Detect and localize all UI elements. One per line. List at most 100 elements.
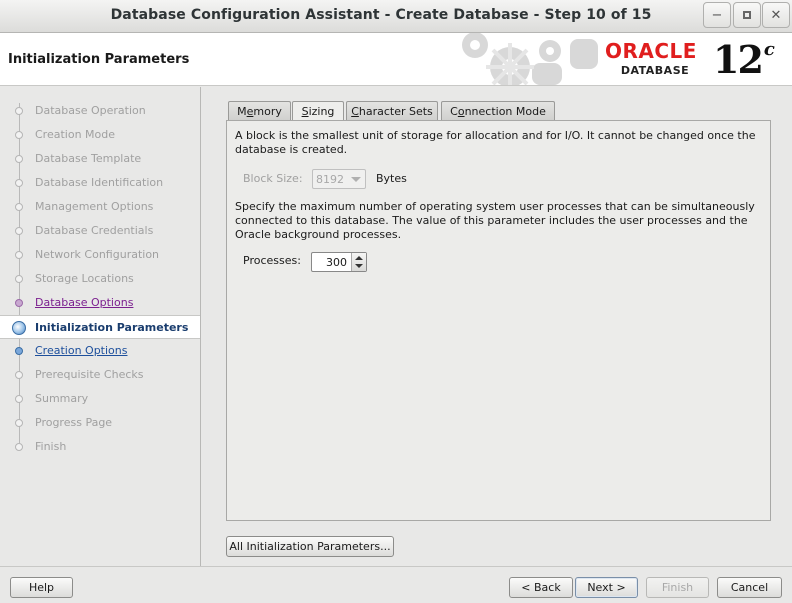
step-label: Prerequisite Checks — [35, 368, 144, 381]
sizing-panel: A block is the smallest unit of storage … — [226, 120, 771, 521]
step-label: Initialization Parameters — [35, 321, 189, 334]
block-size-description-line1: A block is the smallest unit of storage … — [235, 129, 756, 142]
step-indicator-icon — [12, 321, 26, 335]
processes-spinner[interactable]: 300 — [311, 252, 367, 272]
block-size-description-line2: database is created. — [235, 143, 348, 156]
step-indicator-icon — [15, 203, 23, 211]
chevron-down-icon — [351, 177, 361, 182]
processes-description-line3: Oracle background processes. — [235, 228, 402, 241]
processes-description-line1: Specify the maximum number of operating … — [235, 200, 755, 213]
tab-memory[interactable]: Memory — [228, 101, 291, 121]
logo-version: 12 c — [713, 37, 775, 82]
step-indicator-icon — [15, 443, 23, 451]
step-indicator-icon — [15, 371, 23, 379]
step-label: Storage Locations — [35, 272, 134, 285]
next-button[interactable]: Next > — [575, 577, 638, 598]
step-progress-page: Progress Page — [0, 411, 200, 435]
back-button[interactable]: < Back — [509, 577, 573, 598]
step-label: Database Template — [35, 152, 142, 165]
next-label: Next > — [587, 581, 626, 594]
processes-description-line2: connected to this database. The value of… — [235, 214, 748, 227]
help-label: Help — [28, 581, 55, 594]
step-database-credentials: Database Credentials — [0, 219, 200, 243]
maximize-button[interactable] — [733, 2, 761, 28]
step-creation-mode: Creation Mode — [0, 123, 200, 147]
close-button[interactable]: ✕ — [762, 2, 790, 28]
step-label: Database Options — [35, 296, 134, 309]
step-label: Management Options — [35, 200, 154, 213]
step-indicator-icon — [15, 275, 23, 283]
block-size-combo: 8192 — [312, 169, 366, 189]
tab-character-sets[interactable]: Character Sets — [346, 101, 438, 121]
all-init-params-label: All Initialization Parameters... — [229, 540, 391, 553]
steps-panel: Database Operation Creation Mode Database … — [0, 87, 201, 566]
step-label: Finish — [35, 440, 67, 453]
step-indicator-icon — [15, 347, 23, 355]
tab-label: Memory — [237, 105, 282, 118]
bottom-button-bar: Help < Back Next > Finish Cancel — [0, 566, 792, 603]
step-label: Summary — [35, 392, 89, 405]
block-size-unit: Bytes — [376, 172, 407, 185]
block-size-value: 8192 — [316, 173, 344, 186]
header-banner: Initialization Parameters ORACLE DATABAS… — [0, 33, 792, 86]
maximize-icon — [743, 11, 751, 19]
tab-sizing[interactable]: Sizing — [292, 101, 344, 122]
step-label: Creation Mode — [35, 128, 116, 141]
cancel-label: Cancel — [730, 581, 769, 594]
logo-version-suffix: c — [763, 39, 775, 60]
step-indicator-icon — [15, 179, 23, 187]
tab-label: Connection Mode — [450, 105, 546, 118]
help-button[interactable]: Help — [10, 577, 73, 598]
tab-label: Character Sets — [351, 105, 433, 118]
block-size-label: Block Size: — [243, 172, 303, 185]
all-init-params-button[interactable]: All Initialization Parameters... — [226, 536, 394, 557]
step-indicator-icon — [15, 419, 23, 427]
minimize-button[interactable]: − — [703, 2, 731, 28]
window-title: Database Configuration Assistant - Creat… — [110, 7, 652, 23]
step-indicator-icon — [15, 107, 23, 115]
back-label: < Back — [521, 581, 561, 594]
oracle-logo: ORACLE DATABASE — [605, 39, 707, 81]
spinner-down-icon[interactable] — [355, 264, 363, 268]
logo-database-text: DATABASE — [620, 64, 690, 77]
tab-label: Sizing — [301, 105, 335, 118]
step-summary: Summary — [0, 387, 200, 411]
step-indicator-icon — [15, 227, 23, 235]
processes-value[interactable]: 300 — [312, 256, 350, 269]
step-indicator-icon — [15, 131, 23, 139]
logo-version-number: 12 — [713, 37, 764, 82]
step-label: Database Credentials — [35, 224, 154, 237]
spinner-buttons — [351, 253, 366, 271]
gears-decoration-icon — [462, 33, 598, 85]
finish-label: Finish — [661, 581, 694, 594]
step-indicator-icon — [15, 155, 23, 163]
step-database-operation: Database Operation — [0, 99, 200, 123]
logo-oracle-text: ORACLE — [605, 39, 697, 63]
step-label: Network Configuration — [35, 248, 160, 261]
step-indicator-icon — [15, 395, 23, 403]
step-management-options: Management Options — [0, 195, 200, 219]
step-label: Progress Page — [35, 416, 113, 429]
step-finish: Finish — [0, 435, 200, 459]
close-icon: ✕ — [770, 7, 782, 23]
processes-label: Processes: — [243, 254, 301, 267]
tab-connection-mode[interactable]: Connection Mode — [441, 101, 555, 121]
step-indicator-icon — [15, 251, 23, 259]
finish-button: Finish — [646, 577, 709, 598]
title-bar: Database Configuration Assistant - Creat… — [0, 0, 792, 33]
step-label: Creation Options — [35, 344, 128, 357]
spinner-up-icon[interactable] — [355, 256, 363, 260]
step-database-options[interactable]: Database Options — [0, 291, 200, 315]
step-initialization-parameters: Initialization Parameters — [0, 315, 200, 339]
step-indicator-icon — [15, 299, 23, 307]
step-database-template: Database Template — [0, 147, 200, 171]
step-creation-options[interactable]: Creation Options — [0, 339, 200, 363]
step-label: Database Identification — [35, 176, 164, 189]
step-label: Database Operation — [35, 104, 146, 117]
step-network-configuration: Network Configuration — [0, 243, 200, 267]
minimize-icon: − — [711, 7, 723, 23]
cancel-button[interactable]: Cancel — [717, 577, 782, 598]
step-prerequisite-checks: Prerequisite Checks — [0, 363, 200, 387]
page-title: Initialization Parameters — [8, 52, 190, 67]
step-storage-locations: Storage Locations — [0, 267, 200, 291]
